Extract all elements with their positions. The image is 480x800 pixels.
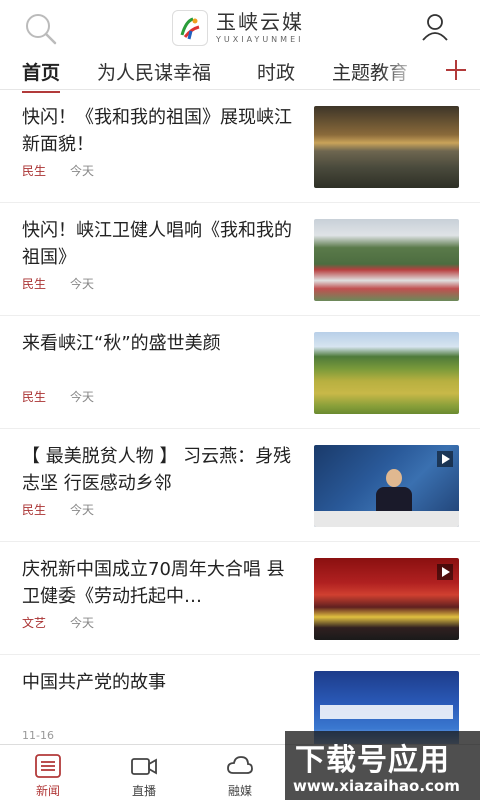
news-item[interactable]: 来看峡江“秋”的盛世美颜 民生 今天: [0, 316, 480, 429]
user-icon[interactable]: [420, 12, 450, 42]
app-header: 玉峡云媒 YUXIAYUNMEI: [0, 0, 480, 54]
logo-mark-icon: [172, 10, 208, 46]
watermark-title: 下载号应用: [295, 743, 450, 778]
watermark-overlay: 下载号应用 www.xiazaihao.com: [285, 731, 480, 800]
news-category: 民生: [22, 390, 47, 404]
video-camera-icon: [131, 758, 157, 775]
news-thumbnail: [314, 332, 459, 414]
list-date: 11-16: [22, 729, 54, 742]
news-item[interactable]: 【 最美脱贫人物 】 习云燕：身残志坚 行医感动乡邻 民生 今天: [0, 429, 480, 542]
news-thumbnail: [314, 558, 459, 640]
watermark-url: www.xiazaihao.com: [293, 777, 460, 795]
news-title: 快闪！峡江卫健人唱响《我和我的祖国》: [22, 220, 292, 268]
nav-live[interactable]: 直播: [109, 753, 179, 799]
news-category: 文艺: [22, 616, 47, 630]
thumbnail-banner: [320, 705, 453, 719]
news-category: 民生: [22, 164, 47, 178]
news-time: 今天: [70, 277, 95, 291]
cloud-icon: [227, 756, 253, 774]
nav-news[interactable]: 新闻: [13, 753, 83, 799]
video-play-icon: [437, 451, 453, 467]
app-subtitle: YUXIAYUNMEI: [216, 35, 304, 44]
tabs-fade: [380, 54, 440, 89]
news-item[interactable]: 快闪！峡江卫健人唱响《我和我的祖国》 民生 今天: [0, 203, 480, 316]
news-title: 来看峡江“秋”的盛世美颜: [22, 333, 221, 354]
news-time: 今天: [70, 616, 95, 630]
add-channel-icon[interactable]: [444, 58, 468, 82]
search-icon[interactable]: [24, 12, 58, 46]
video-play-icon: [437, 564, 453, 580]
nav-media-label: 融媒: [227, 784, 252, 798]
news-title: 【 最美脱贫人物 】 习云燕：身残志坚 行医感动乡邻: [22, 446, 292, 494]
news-time: 今天: [70, 164, 95, 178]
news-title: 庆祝新中国成立70周年大合唱 县卫健委《劳动托起中…: [22, 559, 285, 607]
app-logo: 玉峡云媒 YUXIAYUNMEI: [172, 10, 304, 46]
news-item[interactable]: 快闪！《我和我的祖国》展现峡江新面貌！ 民生 今天: [0, 90, 480, 203]
news-thumbnail: [314, 106, 459, 188]
news-thumbnail: [314, 445, 459, 527]
tab-politics[interactable]: 时政: [257, 58, 295, 85]
app-name: 玉峡云媒: [216, 10, 304, 34]
news-category: 民生: [22, 503, 47, 517]
news-item[interactable]: 庆祝新中国成立70周年大合唱 县卫健委《劳动托起中… 文艺 今天: [0, 542, 480, 655]
news-time: 今天: [70, 503, 95, 517]
tab-people-happiness[interactable]: 为人民谋幸福: [97, 58, 211, 85]
nav-news-label: 新闻: [35, 784, 60, 798]
tab-home[interactable]: 首页: [22, 58, 61, 93]
nav-media[interactable]: 融媒: [205, 753, 275, 799]
nav-live-label: 直播: [131, 784, 156, 798]
news-category: 民生: [22, 277, 47, 291]
news-list-icon: [35, 754, 61, 778]
channel-tabs: 首页 为人民谋幸福 时政 主题教育: [0, 54, 480, 93]
news-banner: [314, 511, 459, 527]
news-time: 今天: [70, 390, 95, 404]
news-title: 中国共产党的故事: [22, 672, 166, 693]
news-title: 快闪！《我和我的祖国》展现峡江新面貌！: [22, 107, 292, 155]
news-thumbnail: [314, 219, 459, 301]
